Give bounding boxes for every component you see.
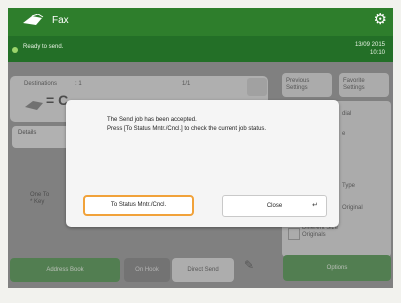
- fax-destination-icon: [25, 101, 43, 110]
- fax-screen: Fax ⚙ Ready to send. 13/09 2015 10:10 De…: [0, 0, 401, 303]
- close-button[interactable]: Close ↵: [222, 195, 327, 217]
- one-touch-line-1: One To: [30, 192, 50, 198]
- status-datetime: 13/09 2015 10:10: [355, 41, 385, 57]
- status-time: 10:10: [369, 50, 385, 56]
- gear-icon[interactable]: ⚙: [374, 12, 387, 27]
- status-message: Ready to send.: [23, 44, 64, 50]
- one-touch-label: One To * Key: [30, 192, 49, 206]
- one-touch-line-2: * Key: [30, 199, 45, 205]
- address-book-button[interactable]: Address Book: [10, 258, 120, 282]
- status-indicator-icon: [12, 47, 18, 53]
- scroll-up-button[interactable]: [247, 78, 267, 96]
- options-button[interactable]: Options: [283, 255, 391, 281]
- dialog-message-line-2: Press [To Status Mntr./Cncl.] to check t…: [107, 126, 267, 132]
- different-size-originals-button[interactable]: Different Size Originals: [302, 225, 338, 239]
- close-label: Close: [266, 203, 283, 209]
- previous-settings-button[interactable]: Previous Settings: [282, 73, 332, 97]
- previous-settings-line-2: Settings: [286, 85, 308, 91]
- on-hook-button[interactable]: On Hook: [124, 258, 170, 282]
- previous-settings-line-1: Previous: [286, 78, 310, 84]
- side-item-type[interactable]: Type: [342, 183, 355, 190]
- destinations-label: Destinations: [24, 81, 58, 87]
- destinations-page: 1/1: [182, 81, 191, 87]
- pen-icon[interactable]: ✎: [244, 258, 262, 278]
- destinations-count: : 1: [75, 81, 82, 87]
- different-size-line-2: Originals: [302, 232, 326, 238]
- dialog-message-line-1: The Send job has been accepted.: [107, 117, 197, 123]
- different-size-icon: [288, 228, 300, 240]
- direct-send-button[interactable]: Direct Send: [172, 258, 234, 282]
- details-label: Details: [18, 130, 37, 136]
- app-title: Fax: [52, 15, 69, 26]
- side-item-dial[interactable]: dial: [342, 111, 351, 118]
- title-bar: Fax ⚙: [8, 8, 393, 36]
- job-accepted-dialog: The Send job has been accepted. Press [T…: [66, 100, 339, 227]
- favorite-settings-line-2: Settings: [343, 85, 365, 91]
- side-item-original[interactable]: Original: [342, 205, 363, 212]
- favorite-settings-button[interactable]: Favorite Settings: [339, 73, 389, 97]
- to-status-monitor-button[interactable]: To Status Mntr./Cncl.: [83, 195, 194, 216]
- enter-arrow-icon: ↵: [312, 202, 318, 209]
- side-item-e[interactable]: e: [342, 131, 345, 138]
- status-date: 13/09 2015: [354, 42, 385, 48]
- favorite-settings-line-1: Favorite: [343, 78, 365, 84]
- status-bar: Ready to send. 13/09 2015 10:10: [8, 36, 393, 62]
- fax-icon: [23, 14, 44, 25]
- destination-number: = C: [46, 92, 69, 108]
- details-button[interactable]: Details: [12, 126, 72, 148]
